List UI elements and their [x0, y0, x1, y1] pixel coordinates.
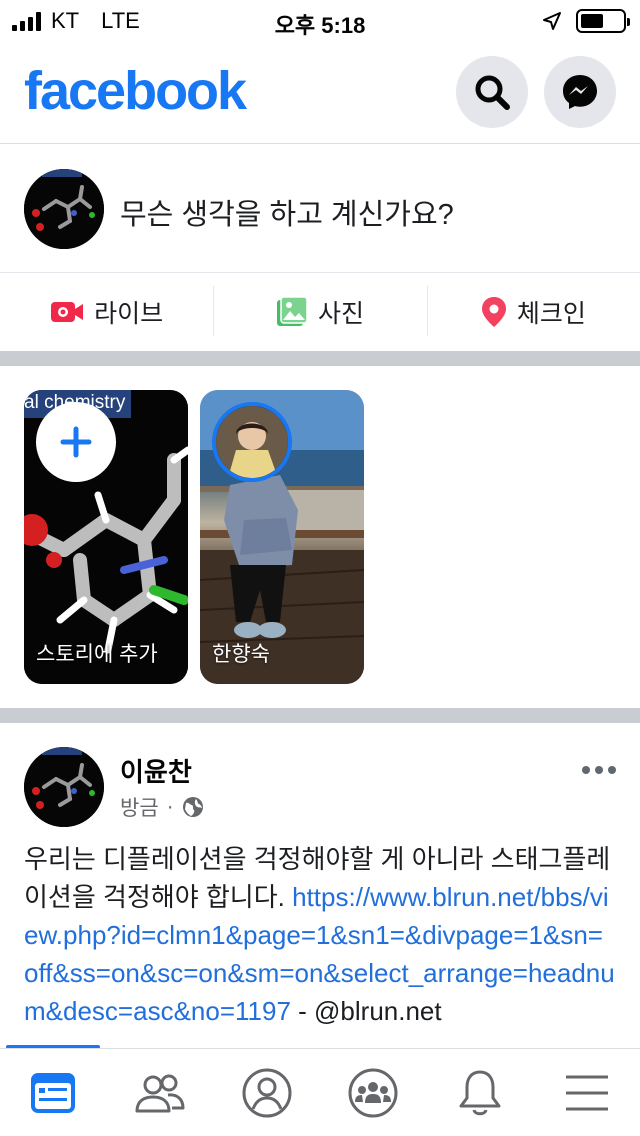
- messenger-button[interactable]: [544, 56, 616, 128]
- search-icon: [475, 75, 510, 110]
- post-author-name[interactable]: 이윤찬: [120, 752, 192, 789]
- composer-actions: 라이브 사진 체크인: [0, 274, 640, 350]
- tab-menu[interactable]: [533, 1049, 640, 1136]
- checkin-label: 체크인: [516, 300, 586, 328]
- friend-avatar: [212, 402, 292, 482]
- section-divider: [0, 708, 640, 723]
- notifications-icon: [459, 1070, 501, 1115]
- tab-notifications[interactable]: [427, 1049, 534, 1136]
- user-avatar[interactable]: [24, 169, 104, 249]
- post-link-source: - @blrun.net: [290, 996, 442, 1026]
- live-label: 라이브: [94, 300, 164, 328]
- photo-icon: [276, 296, 308, 326]
- composer-prompt[interactable]: 무슨 생각을 하고 계신가요?: [120, 191, 454, 233]
- profile-icon: [242, 1068, 292, 1117]
- friend-story-name: 한향숙: [212, 643, 270, 666]
- status-bar: KT LTE 오후 5:18: [0, 0, 640, 40]
- post-author-avatar[interactable]: [24, 747, 104, 827]
- checkin-button[interactable]: 체크인: [426, 274, 640, 350]
- post-options-button[interactable]: [582, 766, 616, 774]
- location-pin-icon: [481, 297, 506, 327]
- photo-button[interactable]: 사진: [213, 274, 426, 350]
- add-story-button[interactable]: [36, 402, 116, 482]
- bottom-tab-bar: [0, 1048, 640, 1136]
- friends-icon: [135, 1074, 185, 1112]
- menu-icon: [565, 1075, 608, 1110]
- groups-icon: [348, 1068, 398, 1117]
- tab-profile[interactable]: [213, 1049, 320, 1136]
- add-story-label: 스토리에 추가: [36, 643, 158, 666]
- location-arrow-icon: [543, 12, 561, 30]
- add-story-card[interactable]: al chemistry 스토리에 추가: [24, 390, 188, 684]
- live-video-icon: [51, 302, 84, 322]
- plus-icon: [60, 426, 92, 458]
- home-icon: [31, 1072, 76, 1113]
- globe-icon: [182, 797, 203, 817]
- photo-label: 사진: [317, 300, 364, 328]
- post-text: 우리는 디플레이션을 걱정해야할 게 아니라 스태그플레이션을 걱정해야 합니다…: [24, 840, 616, 1048]
- app-header: facebook: [0, 50, 640, 144]
- tab-home[interactable]: [0, 1049, 107, 1136]
- live-button[interactable]: 라이브: [0, 274, 213, 350]
- post-meta: 방금 ·: [120, 792, 204, 822]
- meta-separator: ·: [166, 795, 174, 818]
- facebook-logo[interactable]: facebook: [24, 60, 247, 122]
- composer[interactable]: 무슨 생각을 하고 계신가요?: [0, 145, 640, 273]
- friend-story-card[interactable]: 한향숙: [200, 390, 364, 684]
- section-divider: [0, 351, 640, 366]
- battery-icon: [576, 9, 630, 33]
- tab-groups[interactable]: [320, 1049, 427, 1136]
- search-button[interactable]: [456, 56, 528, 128]
- messenger-icon: [563, 75, 597, 109]
- tab-friends[interactable]: [107, 1049, 214, 1136]
- post-time[interactable]: 방금: [120, 792, 159, 822]
